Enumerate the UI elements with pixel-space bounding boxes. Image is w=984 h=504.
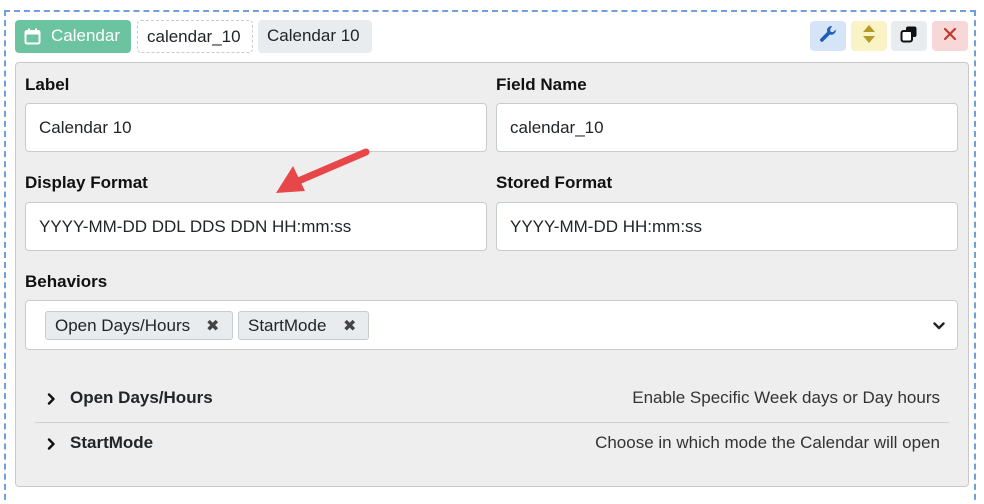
sort-arrows-icon bbox=[862, 24, 876, 49]
chip-remove-icon[interactable]: ✖ bbox=[343, 316, 356, 336]
settings-button[interactable] bbox=[810, 21, 846, 51]
field-type-tag: Calendar bbox=[15, 20, 131, 53]
duplicate-button[interactable] bbox=[891, 21, 927, 51]
label-input[interactable] bbox=[25, 103, 487, 152]
field-type-label: Calendar bbox=[51, 26, 120, 45]
label-title: Label bbox=[25, 75, 70, 94]
behaviors-title: Behaviors bbox=[25, 272, 108, 291]
move-button[interactable] bbox=[851, 21, 887, 51]
chip-remove-icon[interactable]: ✖ bbox=[206, 316, 219, 336]
calendar-icon bbox=[24, 28, 41, 50]
behaviors-multiselect[interactable]: Open Days/Hours ✖ StartMode ✖ bbox=[25, 300, 958, 350]
field-name-title: Field Name bbox=[496, 75, 587, 94]
stored-format-title: Stored Format bbox=[496, 173, 613, 192]
accordion-startmode[interactable]: StartMode Choose in which mode the Calen… bbox=[35, 422, 949, 466]
chip-label: StartMode bbox=[248, 316, 327, 335]
wrench-icon bbox=[819, 25, 837, 48]
chip-label: Open Days/Hours bbox=[55, 316, 191, 335]
accordion-description: Enable Specific Week days or Day hours bbox=[632, 388, 940, 407]
accordion-title: Open Days/Hours bbox=[70, 388, 213, 407]
chevron-right-icon bbox=[47, 392, 56, 410]
accordion-open-days-hours[interactable]: Open Days/Hours Enable Specific Week day… bbox=[35, 377, 949, 421]
chevron-down-icon[interactable] bbox=[933, 318, 945, 336]
chevron-right-icon bbox=[47, 437, 56, 455]
display-format-input[interactable] bbox=[25, 202, 487, 251]
accordion-description: Choose in which mode the Calendar will o… bbox=[595, 433, 940, 452]
delete-button[interactable] bbox=[932, 21, 968, 51]
stored-format-input[interactable] bbox=[496, 202, 958, 251]
behavior-chip-open-days-hours: Open Days/Hours ✖ bbox=[45, 311, 233, 340]
field-label-tag: Calendar 10 bbox=[258, 20, 372, 53]
copy-icon bbox=[900, 25, 918, 48]
accordion-title: StartMode bbox=[70, 433, 154, 452]
display-format-title: Display Format bbox=[25, 173, 148, 192]
field-name-input[interactable] bbox=[496, 103, 958, 152]
behavior-chip-startmode: StartMode ✖ bbox=[238, 311, 369, 340]
field-name-tag: calendar_10 bbox=[137, 20, 253, 53]
close-icon bbox=[943, 27, 957, 46]
